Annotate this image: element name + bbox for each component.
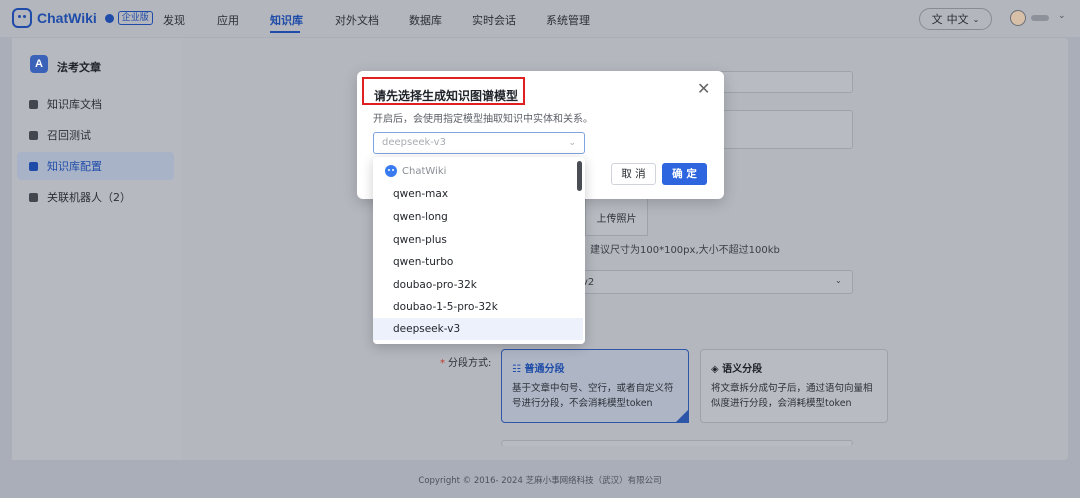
dropdown-option[interactable]: qwen-turbo <box>373 251 583 273</box>
sidebar-item-docs[interactable]: 知识库文档 <box>17 90 174 118</box>
edition-badge: 企业版 <box>117 11 153 25</box>
segment-option-title-text: 语义分段 <box>722 364 763 375</box>
cube-icon: ◈ <box>711 364 723 375</box>
confirm-button[interactable]: 确 定 <box>662 163 707 185</box>
enterprise-icon <box>104 13 114 23</box>
dropdown-option[interactable]: doubao-pro-32k <box>373 274 583 296</box>
nav-database[interactable]: 数据库 <box>409 12 442 28</box>
segment-mode-text: 分段方式: <box>448 358 492 369</box>
required-mark: * <box>440 358 445 369</box>
user-name[interactable] <box>1031 15 1049 21</box>
nav-system-settings[interactable]: 系统管理 <box>546 12 590 28</box>
sidebar-item-label: 关联机器人（2） <box>47 191 131 204</box>
selected-check-icon <box>675 409 689 423</box>
sidebar-item-label: 知识库文档 <box>47 98 102 111</box>
dropdown-option-selected[interactable]: deepseek-v3 <box>373 318 583 340</box>
close-icon[interactable]: ✕ <box>697 81 710 97</box>
settings-icon <box>29 161 38 171</box>
segment-option-title: ☷ 普通分段 <box>512 360 678 375</box>
nav-apps[interactable]: 应用 <box>217 12 239 28</box>
upload-hint: 建议尺寸为100*100px,大小不超过100kb <box>590 245 780 256</box>
group-label: ChatWiki <box>402 165 447 177</box>
translate-icon: 文 <box>931 13 943 26</box>
nav-live-chat[interactable]: 实时会话 <box>472 12 516 28</box>
chatwiki-logo-icon <box>12 8 32 28</box>
segment-option-title-text: 普通分段 <box>524 364 565 375</box>
footer-copyright: Copyright © 2016- 2024 芝麻小事网络科技（武汉）有限公司 <box>418 476 662 486</box>
test-icon <box>29 130 38 140</box>
dropdown-option[interactable]: qwen-max <box>373 183 583 205</box>
next-field <box>501 440 853 446</box>
nav-external-docs[interactable]: 对外文档 <box>335 12 379 28</box>
dropdown-option[interactable]: doubao-1-5-pro-32k <box>373 296 583 318</box>
chevron-down-icon: ⌄ <box>568 138 576 148</box>
segment-option-desc: 基于文章中句号、空行，或者自定义符号进行分段，不会消耗模型token <box>512 383 674 409</box>
sidebar-item-linked-bots[interactable]: 关联机器人（2） <box>17 183 174 211</box>
top-header: ChatWiki 企业版 发现 应用 知识库 对外文档 数据库 实时会话 系统管… <box>0 0 1080 37</box>
language-switcher[interactable]: 文 中文 ⌄ <box>919 8 992 30</box>
chevron-down-icon: ⌄ <box>835 276 842 285</box>
kb-title: 法考文章 <box>57 61 101 74</box>
segment-option-title: ◈ 语义分段 <box>711 360 877 375</box>
segment-mode-label: * 分段方式: <box>440 354 491 369</box>
upload-photo-button[interactable]: 上传照片 <box>585 198 648 236</box>
kb-avatar: A <box>30 55 48 73</box>
model-select[interactable]: deepseek-v3 ⌄ <box>373 132 585 154</box>
chevron-down-icon[interactable]: ⌄ <box>1058 11 1066 21</box>
list-icon: ☷ <box>512 364 525 375</box>
chatwiki-logo-icon <box>385 165 397 177</box>
nav-knowledge-base[interactable]: 知识库 <box>270 12 303 28</box>
cancel-button[interactable]: 取 消 <box>611 163 656 185</box>
nav-discover[interactable]: 发现 <box>163 12 185 28</box>
model-dropdown: ChatWiki qwen-max qwen-long qwen-plus qw… <box>373 157 585 344</box>
dialog-description: 开启后，会使用指定模型抽取知识中实体和关系。 <box>373 114 593 125</box>
chevron-down-icon: ⌄ <box>972 14 980 24</box>
active-nav-indicator <box>270 31 300 33</box>
language-label: 中文 <box>946 13 969 26</box>
sidebar-item-label: 召回测试 <box>47 129 91 142</box>
user-avatar[interactable] <box>1010 10 1026 26</box>
sidebar-item-label: 知识库配置 <box>47 160 102 173</box>
brand-logo[interactable]: ChatWiki 企业版 <box>12 8 153 28</box>
dropdown-group-header: ChatWiki <box>385 165 446 177</box>
dropdown-option[interactable]: qwen-long <box>373 206 583 228</box>
segment-option-desc: 将文章拆分成句子后，通过语句向量相似度进行分段，会消耗模型token <box>711 383 873 409</box>
dropdown-option[interactable]: qwen-plus <box>373 229 583 251</box>
robot-icon <box>29 192 38 202</box>
segment-option-normal[interactable]: ☷ 普通分段 基于文章中句号、空行，或者自定义符号进行分段，不会消耗模型toke… <box>501 349 689 423</box>
model-select-value: deepseek-v3 <box>382 137 446 148</box>
segment-option-semantic[interactable]: ◈ 语义分段 将文章拆分成句子后，通过语句向量相似度进行分段，会消耗模型toke… <box>700 349 888 423</box>
document-icon <box>29 99 38 109</box>
dropdown-scrollbar[interactable] <box>577 161 582 191</box>
sidebar-item-recall-test[interactable]: 召回测试 <box>17 121 174 149</box>
brand-name: ChatWiki <box>37 10 97 26</box>
dialog-title: 请先选择生成知识图谱模型 <box>374 89 519 103</box>
sidebar-item-kb-config[interactable]: 知识库配置 <box>17 152 174 180</box>
